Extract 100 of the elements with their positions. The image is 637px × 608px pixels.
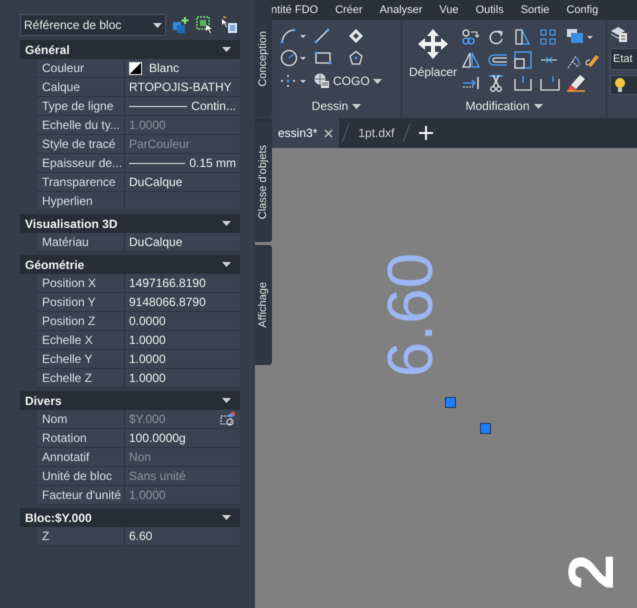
stretch-icon[interactable] xyxy=(514,51,532,69)
quick-select-icon[interactable] xyxy=(220,16,238,34)
property-label: Matériau xyxy=(42,234,89,251)
property-value: ParCouleur xyxy=(129,136,190,153)
color-swatch xyxy=(129,62,142,74)
circle-icon[interactable] xyxy=(280,49,308,67)
property-label: Echelle du ty... xyxy=(42,117,120,134)
close-icon[interactable] xyxy=(324,128,334,138)
menu-item[interactable]: Analyser xyxy=(380,2,422,18)
property-value[interactable]: 6.60 xyxy=(129,527,152,545)
scissors-icon[interactable] xyxy=(488,74,504,92)
property-label: Rotation xyxy=(42,430,87,447)
property-value: Non xyxy=(129,449,152,466)
array-icon[interactable] xyxy=(540,29,556,45)
section-header[interactable]: Divers xyxy=(20,391,240,410)
property-label: Style de tracé xyxy=(42,136,116,153)
grip-handle[interactable] xyxy=(445,397,456,408)
property-value[interactable]: 0.15 mm xyxy=(189,154,236,172)
property-value[interactable]: Blanc xyxy=(149,59,180,77)
break-icon[interactable] xyxy=(514,75,532,91)
property-value: $Y.000 xyxy=(129,411,166,428)
extend-icon[interactable] xyxy=(462,76,480,90)
side-tab[interactable]: Classe d'objets xyxy=(255,122,272,242)
panel-title[interactable]: Dessin xyxy=(312,97,362,115)
section-header[interactable]: Général xyxy=(20,40,240,59)
break-at-point-icon[interactable] xyxy=(540,75,560,91)
rotate-icon[interactable] xyxy=(488,29,504,45)
property-value[interactable]: RTOPOJIS-BATHY xyxy=(129,78,232,96)
menu-item[interactable]: Sortie xyxy=(520,2,550,18)
points-icon[interactable] xyxy=(280,74,308,88)
cogo-button[interactable]: COGO xyxy=(314,72,382,90)
menu-item[interactable]: Vue xyxy=(439,2,459,18)
lineweight-sample xyxy=(129,162,186,164)
caret-icon xyxy=(153,22,162,28)
property-label: Position Y xyxy=(42,294,96,311)
copy-icon[interactable] xyxy=(462,29,480,45)
property-label: Hyperlien xyxy=(42,193,93,210)
property-label: Transparence xyxy=(42,174,116,191)
property-value[interactable]: 1497166.8190 xyxy=(129,274,206,292)
draw-order-icon[interactable] xyxy=(566,28,594,46)
menu-item[interactable]: Outils xyxy=(476,2,504,18)
caret-icon xyxy=(352,104,362,108)
property-value[interactable]: DuCalque xyxy=(129,233,182,251)
side-tab[interactable]: Affichage xyxy=(255,245,272,365)
lightbulb-icon xyxy=(614,77,626,93)
property-value[interactable]: 9148066.8790 xyxy=(129,293,206,311)
mirror-icon[interactable] xyxy=(462,52,480,68)
object-type-dropdown[interactable]: Référence de bloc xyxy=(20,14,166,36)
lightbulb-button[interactable] xyxy=(610,75,637,95)
property-label: Epaisseur de... xyxy=(42,155,122,172)
property-label: Echelle X xyxy=(42,332,93,349)
property-label: Z xyxy=(42,528,50,545)
scale-icon[interactable] xyxy=(514,28,532,46)
eraser-icon[interactable] xyxy=(566,74,586,92)
move-button[interactable]: Déplacer xyxy=(408,28,458,92)
new-tab-icon[interactable] xyxy=(419,126,434,140)
property-value[interactable]: 1.0000 xyxy=(129,331,166,349)
property-value[interactable]: 0.0000 xyxy=(129,312,166,330)
property-label: Position X xyxy=(42,275,96,292)
state-dropdown[interactable]: Etat xyxy=(610,48,637,70)
rectangle-icon[interactable] xyxy=(314,51,332,65)
document-tab[interactable]: 1pt.dxf xyxy=(352,118,400,148)
select-objects-icon[interactable] xyxy=(196,16,214,34)
property-label: Position Z xyxy=(42,313,96,330)
diamond-icon[interactable] xyxy=(348,28,364,44)
property-label: Couleur xyxy=(42,60,84,77)
globe-icon xyxy=(314,73,330,89)
join-icon[interactable] xyxy=(540,56,558,64)
caret-icon xyxy=(534,104,543,108)
section-header[interactable]: Visualisation 3D xyxy=(20,214,240,233)
property-label: Nom xyxy=(42,411,68,428)
section-header[interactable]: Géométrie xyxy=(20,255,240,274)
panel-title[interactable]: Modification xyxy=(465,97,543,115)
four-arrows-icon xyxy=(417,28,449,60)
property-label: Echelle Y xyxy=(42,351,92,368)
pentagon-icon[interactable] xyxy=(348,50,364,66)
property-value: Sans unité xyxy=(129,468,186,485)
property-value[interactable]: DuCalque xyxy=(129,173,182,191)
property-value[interactable]: 1.0000 xyxy=(129,369,166,387)
property-label: Calque xyxy=(42,79,80,96)
grip-handle[interactable] xyxy=(480,423,491,434)
document-tab[interactable]: essin3* xyxy=(272,118,340,148)
arc-icon[interactable] xyxy=(280,28,308,44)
side-tab[interactable]: Conception xyxy=(255,0,272,117)
section-header[interactable]: Bloc:$Y.000 xyxy=(20,508,240,527)
line-icon[interactable] xyxy=(314,28,330,44)
property-label: Echelle Z xyxy=(42,370,92,387)
property-value[interactable]: 100.0000g xyxy=(129,429,186,447)
menu-item[interactable]: Créer xyxy=(335,2,363,18)
layer-properties-icon[interactable] xyxy=(610,25,628,43)
drawing-text[interactable]: 2 xyxy=(558,554,623,590)
property-value[interactable]: Contin... xyxy=(191,97,236,115)
property-value[interactable]: 1.0000 xyxy=(129,350,166,368)
menu-item[interactable]: ntité FDO xyxy=(271,2,318,18)
menu-item[interactable]: Config xyxy=(566,2,598,18)
caret-icon xyxy=(372,78,382,84)
property-label: Unité de bloc xyxy=(42,468,112,485)
property-value: 1.0000 xyxy=(129,117,166,134)
offset-icon[interactable] xyxy=(488,53,508,67)
add-selection-icon[interactable] xyxy=(172,16,190,34)
